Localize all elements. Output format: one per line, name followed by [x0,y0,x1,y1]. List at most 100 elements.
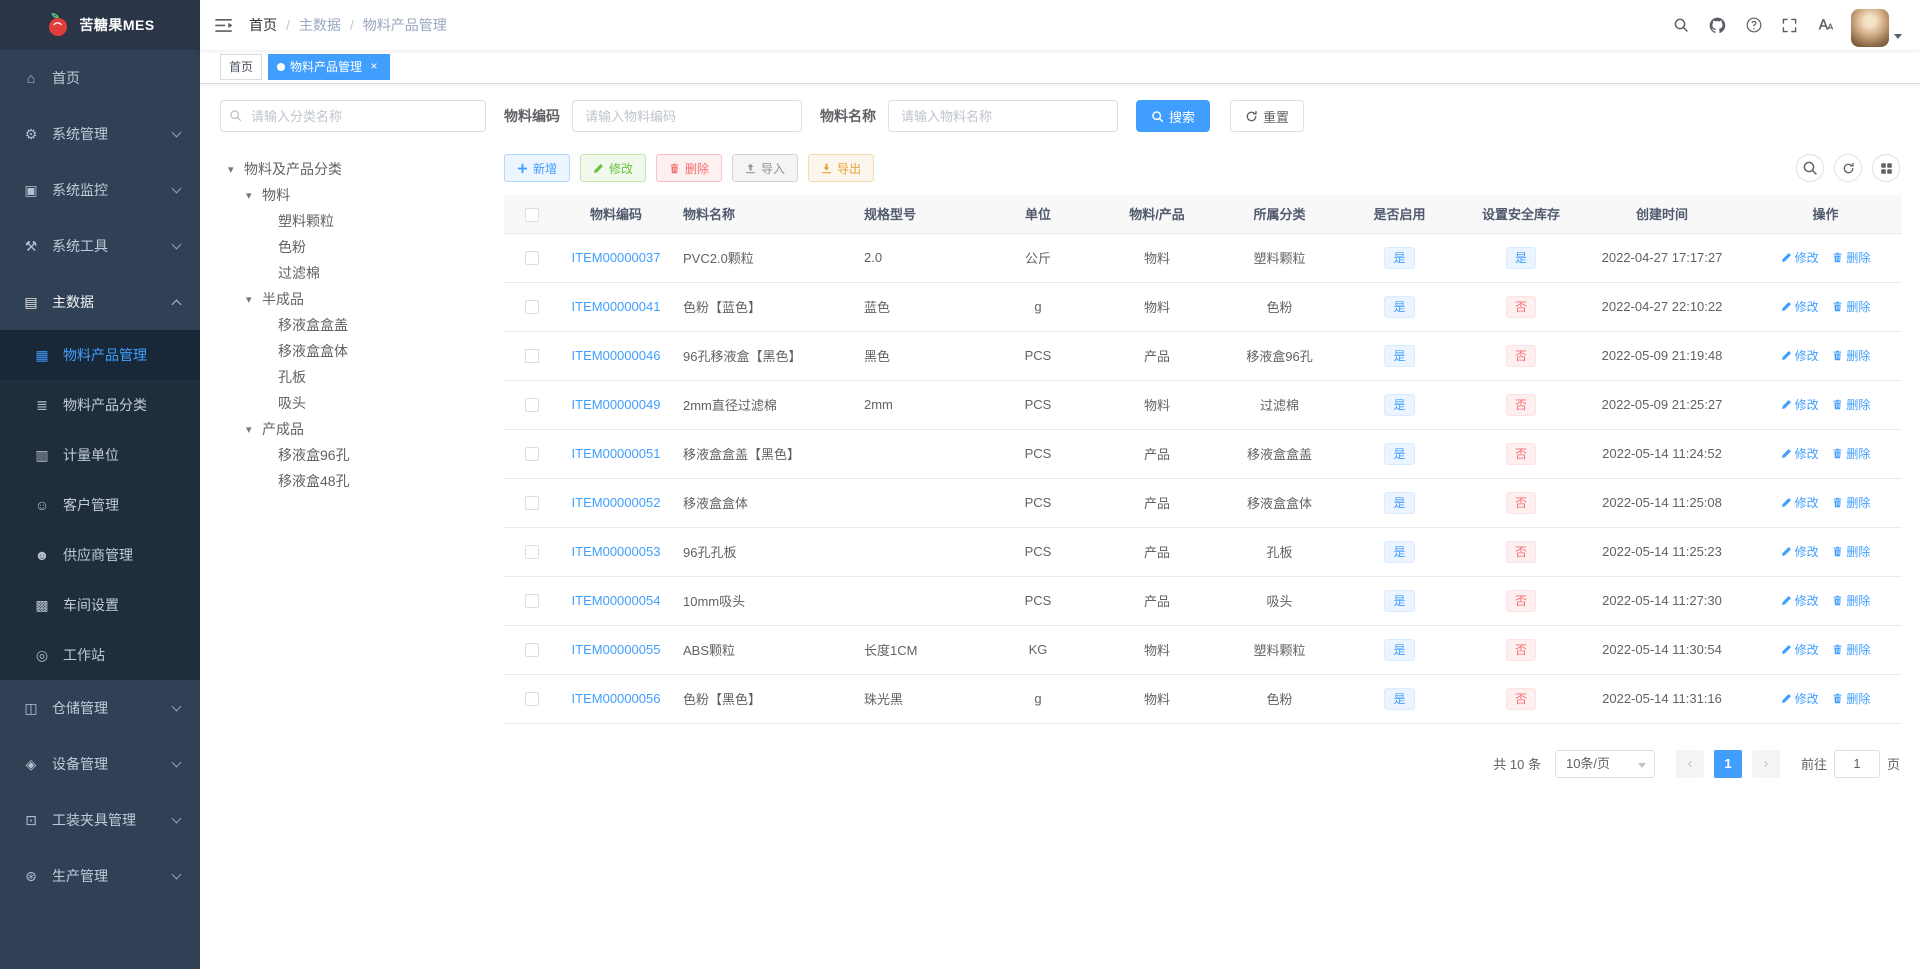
sidebar-item-material-product-management[interactable]: ▦ 物料产品管理 [0,330,200,380]
row-checkbox[interactable] [524,447,539,462]
material-code-link[interactable]: ITEM00000056 [572,691,661,706]
sidebar-item-system-tools[interactable]: ⚒ 系统工具 [0,218,200,274]
row-delete-button[interactable]: 删除 [1832,347,1870,364]
material-code-link[interactable]: ITEM00000037 [572,250,661,265]
row-delete-button[interactable]: 删除 [1832,641,1870,658]
sidebar-item-workshop-settings[interactable]: ▩ 车间设置 [0,580,200,630]
tree-node[interactable]: ▾ 物料及产品分类 [220,156,486,182]
user-avatar[interactable] [1851,8,1889,47]
page-1-button[interactable]: 1 [1713,749,1742,778]
import-button[interactable]: 导入 [732,154,799,182]
tree-node[interactable]: 过滤棉 [220,260,486,286]
sidebar-item-customer-management[interactable]: ☺ 客户管理 [0,480,200,530]
tree-node[interactable]: 移液盒96孔 [220,442,486,468]
row-checkbox[interactable] [524,643,539,658]
refresh-button[interactable] [1834,154,1862,182]
material-code-link[interactable]: ITEM00000052 [572,495,661,510]
sidebar-item-workstation[interactable]: ◎ 工作站 [0,630,200,680]
material-code-input[interactable] [572,100,802,132]
row-edit-button[interactable]: 修改 [1781,641,1819,658]
tree-node[interactable]: 吸头 [220,390,486,416]
sidebar-toggle-button[interactable] [200,0,249,50]
prev-page-button[interactable]: ‹ [1675,749,1704,778]
sidebar-item-supplier-management[interactable]: ☻ 供应商管理 [0,530,200,580]
sidebar-item-system-monitoring[interactable]: ▣ 系统监控 [0,162,200,218]
row-delete-button[interactable]: 删除 [1832,249,1870,266]
search-button[interactable]: 搜索 [1136,100,1211,132]
row-delete-button[interactable]: 删除 [1832,298,1870,315]
toggle-columns-button[interactable] [1872,154,1900,182]
material-code-link[interactable]: ITEM00000041 [572,299,661,314]
material-code-link[interactable]: ITEM00000051 [572,446,661,461]
font-size-button[interactable] [1807,0,1843,50]
tab-material-product-management[interactable]: 物料产品管理 × [268,53,391,80]
fullscreen-button[interactable] [1772,0,1807,50]
material-code-link[interactable]: ITEM00000054 [572,593,661,608]
tree-node[interactable]: 移液盒48孔 [220,468,486,494]
row-edit-button[interactable]: 修改 [1781,298,1819,315]
sidebar-item-fixture-management[interactable]: ⊡ 工装夹具管理 [0,792,200,848]
row-checkbox[interactable] [524,545,539,560]
material-code-link[interactable]: ITEM00000053 [572,544,661,559]
row-delete-button[interactable]: 删除 [1832,494,1870,511]
sidebar-item-system-management[interactable]: ⚙ 系统管理 [0,106,200,162]
tree-node[interactable]: 塑料颗粒 [220,208,486,234]
tree-node[interactable]: ▾ 半成品 [220,286,486,312]
row-edit-button[interactable]: 修改 [1781,396,1819,413]
page-size-select[interactable]: 10条/页 [1554,749,1655,778]
tree-node[interactable]: 移液盒盒盖 [220,312,486,338]
tree-node[interactable]: 孔板 [220,364,486,390]
material-code-link[interactable]: ITEM00000055 [572,642,661,657]
row-delete-button[interactable]: 删除 [1832,445,1870,462]
breadcrumb-item[interactable]: 首页 [249,15,277,35]
row-checkbox[interactable] [524,300,539,315]
goto-page-input[interactable] [1833,749,1880,778]
search-button[interactable] [1663,0,1699,50]
row-delete-button[interactable]: 删除 [1832,690,1870,707]
help-button[interactable] [1736,0,1772,50]
row-checkbox[interactable] [524,349,539,364]
row-edit-button[interactable]: 修改 [1781,249,1819,266]
sidebar-item-measurement-unit[interactable]: ▥ 计量单位 [0,430,200,480]
tab-home[interactable]: 首页 [220,53,263,80]
tree-node[interactable]: 色粉 [220,234,486,260]
row-delete-button[interactable]: 删除 [1832,592,1870,609]
row-edit-button[interactable]: 修改 [1781,347,1819,364]
row-checkbox[interactable] [524,251,539,266]
row-edit-button[interactable]: 修改 [1781,494,1819,511]
edit-button[interactable]: 修改 [580,154,647,182]
material-code-link[interactable]: ITEM00000046 [572,348,661,363]
delete-button[interactable]: 删除 [656,154,723,182]
row-checkbox[interactable] [524,496,539,511]
sidebar-item-production-management[interactable]: ⊛ 生产管理 [0,848,200,904]
row-delete-button[interactable]: 删除 [1832,396,1870,413]
row-delete-button[interactable]: 删除 [1832,543,1870,560]
row-checkbox[interactable] [524,692,539,707]
category-search-input[interactable] [220,100,486,132]
row-edit-button[interactable]: 修改 [1781,445,1819,462]
tree-node[interactable]: ▾ 产成品 [220,416,486,442]
sidebar-item-material-product-category[interactable]: ≣ 物料产品分类 [0,380,200,430]
sidebar-item-equipment-management[interactable]: ◈ 设备管理 [0,736,200,792]
tab-close-icon[interactable]: × [367,59,381,74]
row-edit-button[interactable]: 修改 [1781,543,1819,560]
select-all-checkbox[interactable] [524,207,539,222]
sidebar-item-master-data[interactable]: ▤ 主数据 [0,274,200,330]
material-name-input[interactable] [888,100,1118,132]
sidebar-item-warehouse-management[interactable]: ◫ 仓储管理 [0,680,200,736]
add-button[interactable]: 新增 [504,154,571,182]
row-edit-button[interactable]: 修改 [1781,690,1819,707]
tree-node[interactable]: 移液盒盒体 [220,338,486,364]
app-logo[interactable]: 苦糖果MES [0,0,200,50]
row-checkbox[interactable] [524,594,539,609]
row-edit-button[interactable]: 修改 [1781,592,1819,609]
export-button[interactable]: 导出 [808,154,875,182]
tree-node[interactable]: ▾ 物料 [220,182,486,208]
user-menu[interactable] [1851,4,1902,47]
material-code-link[interactable]: ITEM00000049 [572,397,661,412]
sidebar-item-home[interactable]: ⌂ 首页 [0,50,200,106]
github-button[interactable] [1699,0,1736,50]
row-checkbox[interactable] [524,398,539,413]
reset-button[interactable]: 重置 [1230,100,1305,132]
next-page-button[interactable]: › [1751,749,1780,778]
